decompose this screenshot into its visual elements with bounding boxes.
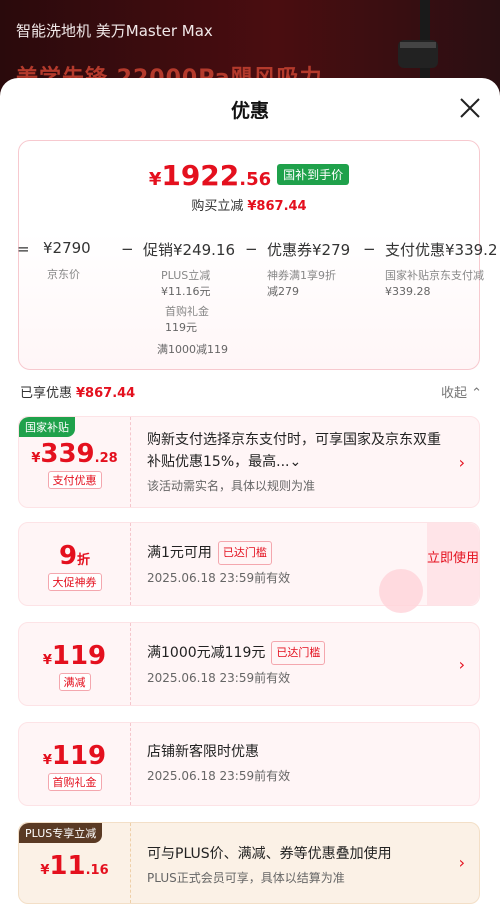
formula-sub: 减279 (267, 285, 299, 298)
formula-item-coupon: 优惠券¥279 神券满1享9折 减279 (267, 239, 350, 300)
coupon-desc: 店铺新客限时优惠 (147, 744, 259, 760)
formula-sub: 国家补贴京东支付减 (385, 269, 484, 282)
coupon-meta: PLUS正式会员可享，具体以结算为准 (147, 871, 345, 885)
coupon-amount-block: ¥11.16 (19, 823, 131, 903)
coupon-type-tag: 支付优惠 (47, 471, 102, 489)
enjoyed-discount: 已享优惠 ¥867.44 (20, 382, 135, 401)
formula-item: − (245, 239, 258, 258)
coupon-info: 店铺新客限时优惠 2025.06.18 23:59前有效 (147, 741, 449, 784)
final-price: ¥1922.56 国补到手价 (19, 159, 479, 192)
currency-symbol: ¥ (148, 169, 162, 190)
formula-sub: 京东价 (47, 268, 80, 281)
formula-item: = (17, 239, 30, 258)
coupon-meta: 2025.06.18 23:59前有效 (147, 571, 291, 585)
coupon-amount-block: ¥339.28 支付优惠 (19, 417, 131, 507)
close-icon[interactable] (458, 96, 482, 120)
coupon-card-full-reduction[interactable]: ¥119 满减 满1000元减119元 已达门槛 2025.06.18 23:59… (18, 622, 480, 706)
amount-integer: 119 (51, 741, 107, 771)
formula-value: 支付优惠¥339.2 (385, 241, 498, 259)
final-price-badge: 国补到手价 (277, 164, 350, 185)
formula-item: − (363, 239, 376, 258)
enjoyed-amount: ¥867.44 (76, 386, 136, 401)
coupon-meta: 2025.06.18 23:59前有效 (147, 769, 291, 783)
amount-decimal: .16 (85, 863, 109, 878)
coupon-desc: 满1000元减119元 已达门槛 (147, 641, 449, 665)
formula-sub: 神券满1享9折 (267, 269, 336, 282)
coupon-card-first-purchase[interactable]: ¥119 首购礼金 店铺新客限时优惠 2025.06.18 23:59前有效 (18, 722, 480, 806)
coupon-desc-text: 满1000元减119元 (147, 645, 266, 661)
formula-sub: PLUS立减 (161, 269, 211, 282)
threshold-reached-tag: 已达门槛 (217, 541, 272, 565)
amount-integer: 11 (49, 851, 86, 881)
formula-value: ¥2790 (43, 239, 91, 257)
formula-value: 优惠券¥279 (267, 241, 351, 259)
amount-decimal: .28 (94, 451, 118, 466)
enjoyed-label: 已享优惠 (20, 386, 73, 401)
amount-integer: 9 (58, 541, 78, 571)
formula-item-promotion: 促销¥249.16 PLUS立减 ¥11.16元 首购礼金 119元 满1000… (143, 239, 235, 358)
coupon-desc: 满1元可用 已达门槛 (147, 541, 419, 565)
currency-symbol: ¥ (31, 451, 41, 466)
coupon-amount: ¥11.16 (19, 851, 130, 881)
coupon-info: 购新支付选择京东支付时，可享国家及京东双重补贴优惠15%，最高...⌄ 该活动需… (147, 429, 449, 494)
coupon-card-discount[interactable]: 9折 大促神券 满1元可用 已达门槛 2025.06.18 23:59前有效 立即… (18, 522, 480, 613)
coupon-amount: ¥119 (19, 741, 130, 771)
coupon-amount: 9折 (19, 541, 130, 571)
banner-title: 智能洗地机 美万Master Max (16, 22, 213, 40)
coupon-desc: 购新支付选择京东支付时，可享国家及京东双重补贴优惠15%，最高...⌄ (147, 432, 441, 470)
final-price-decimal: .56 (239, 169, 272, 190)
collapse-toggle[interactable]: 收起 ⌃ (441, 382, 482, 401)
saved-label: 购买立减 (191, 199, 244, 214)
sheet-header: 优惠 (0, 78, 500, 138)
formula-operator: − (245, 240, 258, 258)
coupon-desc-text: 满1元可用 (147, 545, 212, 561)
chevron-right-icon[interactable]: › (459, 453, 465, 472)
price-summary: ¥1922.56 国补到手价 购买立减 ¥867.44 = ¥2790 京东价 − … (17, 140, 498, 370)
formula-sub: 满1000减119 (157, 343, 228, 356)
formula-item: − (121, 239, 134, 258)
formula-operator: − (363, 240, 376, 258)
saved-amount: ¥867.44 (247, 199, 307, 214)
formula-item-jd-price: ¥2790 京东价 (43, 239, 91, 283)
formula-sub: ¥339.28 (385, 285, 431, 298)
coupon-card-plus[interactable]: PLUS专享立减 ¥11.16 可与PLUS价、满减、券等优惠叠加使用 PLUS… (18, 822, 480, 904)
currency-symbol: ¥ (42, 753, 52, 768)
coupon-info: 满1000元减119元 已达门槛 2025.06.18 23:59前有效 (147, 641, 449, 686)
coupon-type-tag: 满减 (58, 673, 91, 691)
coupon-desc: 可与PLUS价、满减、券等优惠叠加使用 (147, 846, 392, 862)
formula-operator: = (17, 240, 30, 258)
final-price-integer: 1922 (161, 159, 240, 192)
use-now-button[interactable]: 立即使用 (427, 523, 479, 605)
coupon-info: 可与PLUS价、满减、券等优惠叠加使用 PLUS正式会员可享，具体以结算为准 (147, 843, 449, 886)
formula-sub: ¥11.16元 (161, 285, 211, 298)
coupon-amount-block: ¥119 满减 (19, 623, 131, 705)
sheet-title: 优惠 (230, 100, 269, 122)
coupon-amount-block: 9折 大促神券 (19, 523, 131, 605)
received-stamp-icon (379, 569, 423, 613)
saved-line: 购买立减 ¥867.44 (19, 195, 479, 214)
formula-operator: − (121, 240, 134, 258)
coupon-amount: ¥119 (19, 641, 130, 671)
coupon-card-gov-subsidy[interactable]: 国家补贴 ¥339.28 支付优惠 购新支付选择京东支付时，可享国家及京东双重补… (18, 416, 480, 508)
price-formula: = ¥2790 京东价 − 促销¥249.16 PLUS立减 ¥11.16元 首… (17, 239, 500, 369)
currency-symbol: ¥ (42, 653, 52, 668)
formula-sub: 首购礼金 (165, 305, 209, 318)
chevron-right-icon[interactable]: › (459, 655, 465, 674)
chevron-right-icon[interactable]: › (459, 853, 465, 872)
formula-item-payment: 支付优惠¥339.2 国家补贴京东支付减 ¥339.28 (385, 239, 498, 300)
amount-integer: 119 (51, 641, 107, 671)
coupon-meta: 该活动需实名，具体以规则为准 (147, 479, 316, 493)
coupon-meta: 2025.06.18 23:59前有效 (147, 671, 291, 685)
discount-sheet: 优惠 ¥1922.56 国补到手价 购买立减 ¥867.44 = ¥2790 京东价… (0, 78, 500, 906)
coupon-amount: ¥339.28 (19, 439, 130, 469)
formula-value: 促销¥249.16 (143, 241, 236, 259)
threshold-reached-tag: 已达门槛 (271, 641, 326, 665)
amount-unit: 折 (77, 553, 91, 568)
amount-integer: 339 (40, 439, 95, 469)
formula-sub: 119元 (165, 321, 197, 334)
coupon-info: 满1元可用 已达门槛 2025.06.18 23:59前有效 (147, 541, 419, 586)
coupon-type-tag: 大促神券 (47, 573, 102, 591)
coupon-type-tag: 首购礼金 (47, 773, 102, 791)
coupon-amount-block: ¥119 首购礼金 (19, 723, 131, 805)
